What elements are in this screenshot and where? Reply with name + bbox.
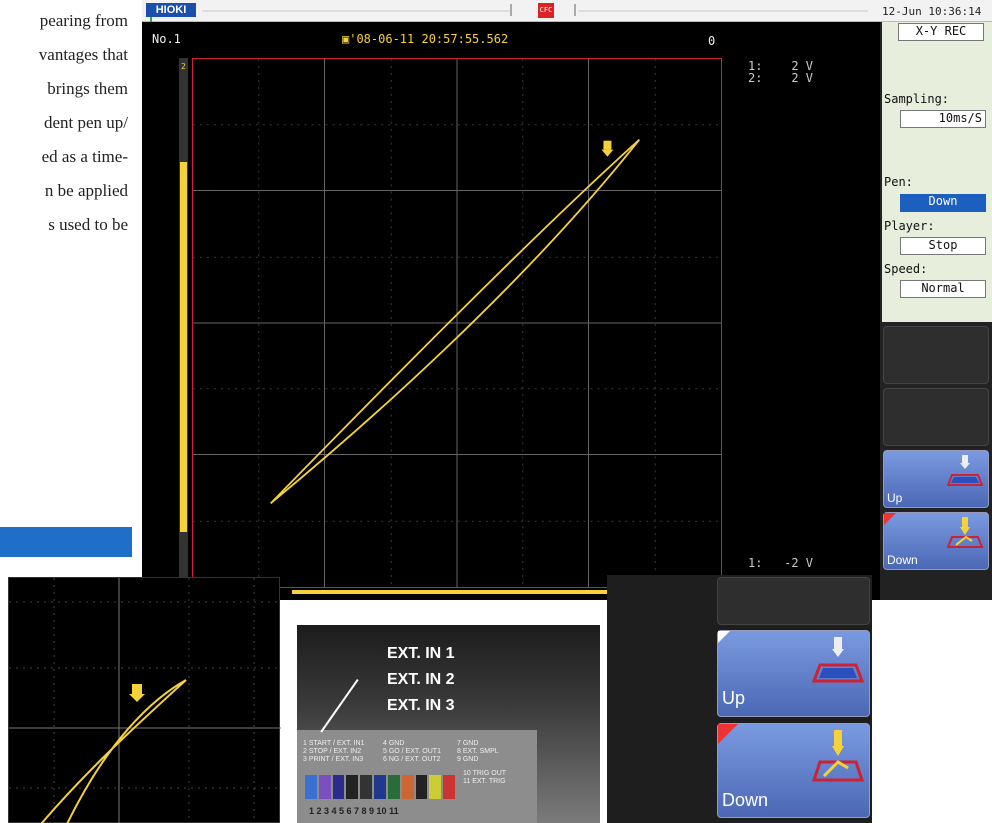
text-line: pearing from [39,11,128,30]
text-line: dent pen up/ [43,113,128,132]
pen-down-button[interactable]: Down [883,512,989,570]
zoom-blank-softkey[interactable] [717,577,870,625]
zoom-pen-up-icon [811,637,865,683]
pin-legend-col1: 1 START / EXT. IN1 2 STOP / EXT. IN2 3 P… [303,740,364,764]
pen-up-label: Up [887,491,903,505]
pin-label: 7 GND [457,740,479,747]
side-menu: X-Y REC Sampling: 10ms/S Pen: Down Playe… [880,22,992,600]
blank-softkey-2[interactable] [883,388,989,446]
zoom-inset-trace [8,577,281,823]
pin-label: 6 NG / EXT. OUT2 [383,756,441,763]
pin-label: 4 GND [383,740,405,747]
scale-lower: 1: -2 V [748,556,814,570]
selected-corner [718,724,738,744]
pen-down-label: Down [887,553,918,567]
pin-label: 10 TRIG OUT [463,770,507,777]
cfc-icon: CFC [538,3,554,18]
pin-label: 5 GO / EXT. OUT1 [383,748,441,755]
terminal-slot [318,775,331,799]
selected-corner [884,513,896,525]
connector-photo: EXT. IN 1 EXT. IN 2 EXT. IN 3 1 START / … [297,625,600,823]
section-band [0,527,132,557]
sampling-field[interactable]: 10ms/S [900,110,986,128]
corner-mark [718,631,730,643]
channel-label: No.1 [152,32,181,46]
zoom-inset-buttons: Up Down [607,575,872,823]
callout-ext-in-3: EXT. IN 3 [387,697,455,714]
speed-label: Speed: [884,262,928,276]
pin-label: 3 PRINT / EXT. IN3 [303,756,364,763]
progress-track [202,10,512,12]
terminal-slot [360,775,373,799]
pin-label: 2 STOP / EXT. IN2 [303,748,362,755]
brand-logo: HIOKI [146,3,196,17]
divider [574,4,576,16]
terminal-slot [429,775,442,799]
pen-up-button[interactable]: Up [883,450,989,508]
scale-upper: 1: 2 V 2: 2 V [748,59,814,85]
terminal-block [305,775,455,799]
blank-softkey-1[interactable] [883,326,989,384]
pin-legend-col2: 4 GND 5 GO / EXT. OUT1 6 NG / EXT. OUT2 [383,740,441,764]
callout-ext-in-1: EXT. IN 1 [387,645,455,662]
terminal-slot [346,775,359,799]
pen-label: Pen: [884,175,913,189]
text-line: s used to be [48,215,128,234]
terminal-slot [305,775,317,799]
mode-field[interactable]: X-Y REC [898,23,984,41]
document-text: pearing from vantages that brings them d… [0,0,142,300]
text-line: brings them [47,79,128,98]
pen-up-icon [946,455,984,486]
speed-field[interactable]: Normal [900,280,986,298]
text-line: ed as a time- [41,147,128,166]
terminal-slot [387,775,400,799]
zoom-up-label: Up [722,688,746,708]
y-tick: 2 [181,62,186,71]
terminal-slot [415,775,428,799]
trigger-time: '08-06-11 20:57:55.562 [349,32,509,46]
zoom-pen-down-button[interactable]: Down [717,723,870,818]
sampling-label: Sampling: [884,92,950,106]
zoom-pen-up-button[interactable]: Up [717,630,870,717]
pin-label: 8 EXT. SMPL [457,748,499,755]
y-scroll-indicator[interactable] [180,162,187,532]
cursor-value: 0 [708,34,716,48]
pin-legend-col4: 10 TRIG OUT 11 EXT. TRIG [463,770,506,786]
pin-label: 1 START / EXT. IN1 [303,740,365,747]
zoom-down-label: Down [722,790,769,810]
divider [510,4,512,16]
pen-field[interactable]: Down [900,194,986,212]
xy-trace [270,139,641,505]
xy-plot [192,58,722,588]
zoom-trace-plot [9,578,281,823]
terminal-slot [332,775,345,799]
text-line: n be applied [44,181,128,200]
zoom-pen-down-icon [811,730,865,782]
text-line: vantages that [38,45,128,64]
terminal-slot [443,775,455,799]
callout-ext-in-2: EXT. IN 2 [387,671,455,688]
terminal-slot [401,775,414,799]
xy-trace-plot [193,59,721,587]
pen-down-icon [946,517,984,548]
pen-icon [601,140,614,157]
pin-numbers: 1 2 3 4 5 6 7 8 9 10 11 [309,806,399,816]
pin-label: 11 EXT. TRIG [463,778,506,785]
terminal-slot [374,775,386,799]
instrument-screen: HIOKI CFC 12-Jun 10:36:14 No.1 ▣'08-06-1… [142,0,992,600]
player-field[interactable]: Stop [900,237,986,255]
settings-panel: X-Y REC Sampling: 10ms/S Pen: Down Playe… [882,22,992,322]
clock: 12-Jun 10:36:14 [882,5,982,18]
status-bar: HIOKI CFC 12-Jun 10:36:14 [142,0,992,22]
trigger-timestamp: ▣'08-06-11 20:57:55.562 [342,32,508,46]
waveform-window[interactable]: No.1 ▣'08-06-11 20:57:55.562 0 1: 2 V 2:… [142,22,880,600]
player-label: Player: [884,219,935,233]
pin-legend-col3: 7 GND 8 EXT. SMPL 9 GND [457,740,499,764]
pin-label: 9 GND [457,756,479,763]
progress-track [578,10,868,12]
